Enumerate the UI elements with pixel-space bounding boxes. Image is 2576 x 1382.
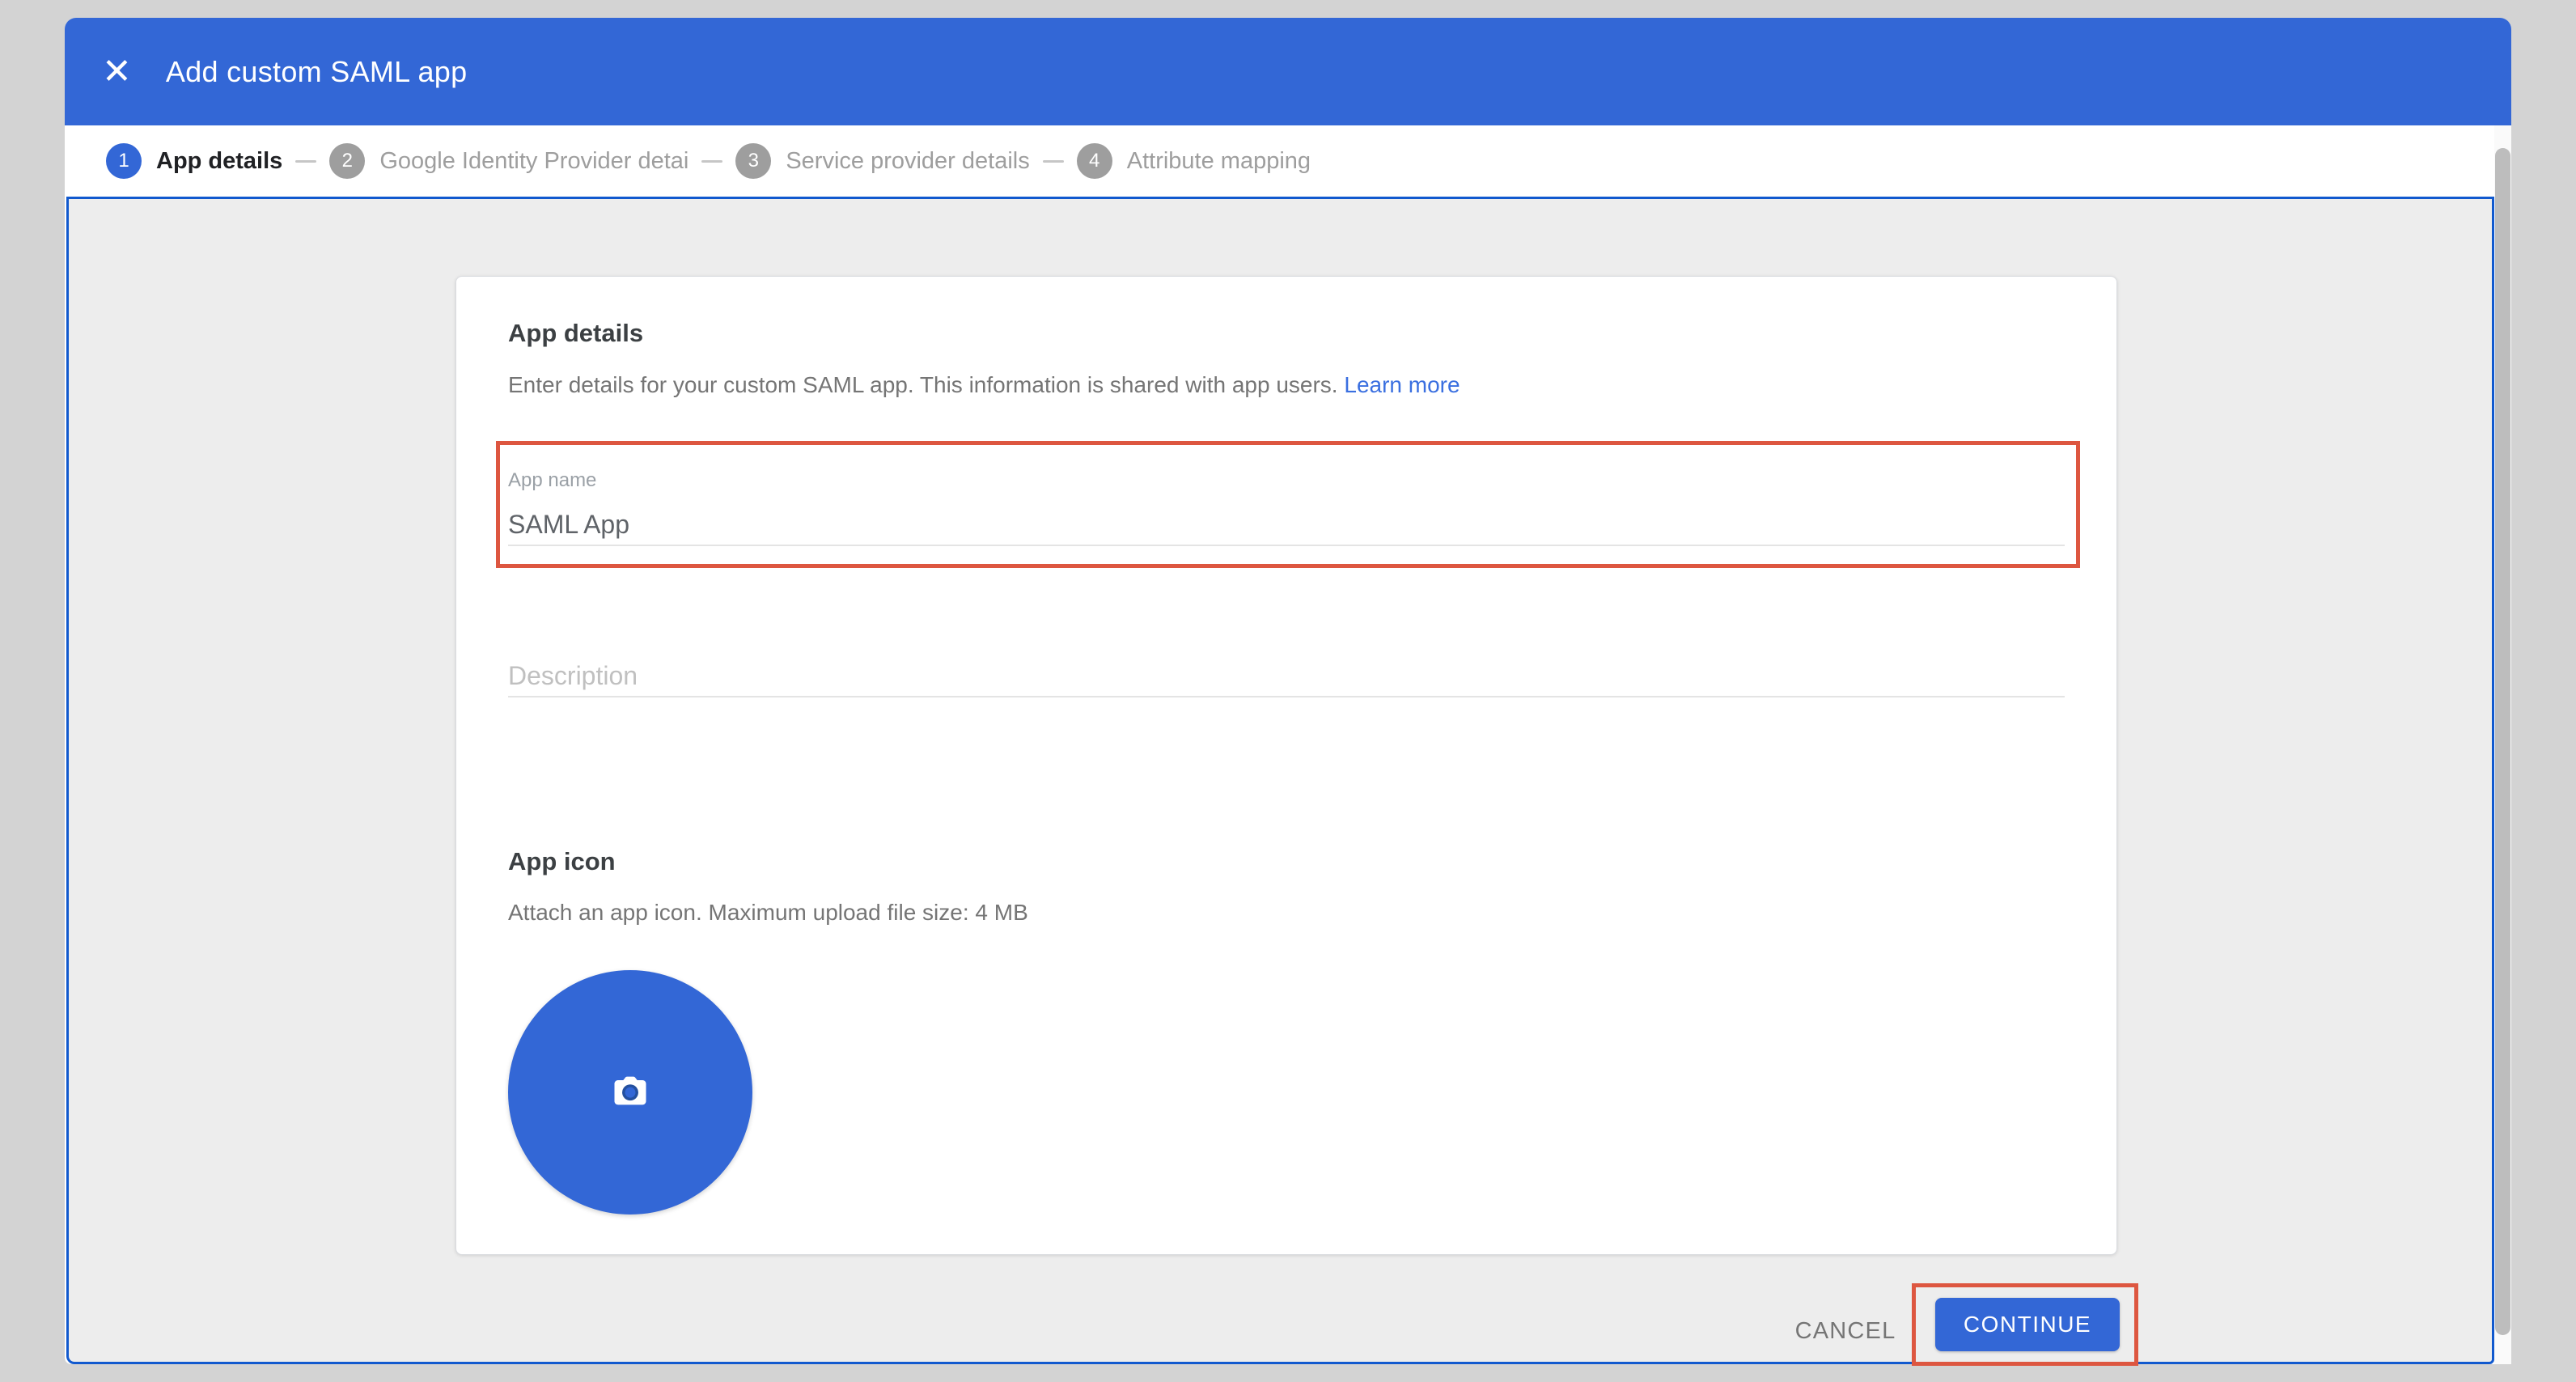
camera-icon (609, 1070, 651, 1116)
app-name-input[interactable] (508, 504, 2065, 546)
learn-more-link[interactable]: Learn more (1344, 372, 1460, 397)
add-custom-saml-app-dialog: ✕ Add custom SAML app 1 App details 2 Go… (65, 18, 2511, 1364)
card-intro-text: Enter details for your custom SAML app. … (508, 372, 1460, 398)
app-name-label: App name (508, 469, 596, 492)
app-icon-hint: Attach an app icon. Maximum upload file … (508, 900, 1028, 926)
step-number-badge: 1 (106, 143, 142, 179)
step-number-badge: 4 (1077, 143, 1112, 179)
description-input[interactable] (508, 655, 2065, 697)
dialog-title: Add custom SAML app (166, 55, 468, 89)
app-icon-title: App icon (508, 847, 616, 876)
intro-text: Enter details for your custom SAML app. … (508, 372, 1338, 397)
wizard-content-area: App details Enter details for your custo… (66, 197, 2494, 1364)
stepper-step-service-provider-details[interactable]: 3 Service provider details (735, 143, 1029, 179)
cancel-button[interactable]: CANCEL (1756, 1306, 1934, 1356)
step-separator (295, 160, 316, 163)
step-label: App details (156, 148, 282, 175)
scrollbar-thumb[interactable] (2495, 148, 2510, 1335)
vertical-scrollbar[interactable] (2494, 125, 2511, 1364)
wizard-stepper: 1 App details 2 Google Identity Provider… (65, 125, 2494, 197)
step-label: Service provider details (786, 148, 1029, 175)
step-number-badge: 2 (329, 143, 365, 179)
app-icon-upload-button[interactable] (508, 970, 752, 1215)
step-separator (1043, 160, 1064, 163)
continue-button[interactable]: CONTINUE (1935, 1298, 2120, 1351)
stepper-step-google-idp-details[interactable]: 2 Google Identity Provider details (329, 143, 688, 179)
step-separator (701, 160, 722, 163)
app-details-card: App details Enter details for your custo… (455, 276, 2117, 1255)
step-number-badge: 3 (735, 143, 771, 179)
step-label: Attribute mapping (1127, 148, 1311, 175)
close-icon[interactable]: ✕ (102, 54, 132, 90)
stepper-step-attribute-mapping[interactable]: 4 Attribute mapping (1077, 143, 1311, 179)
dialog-header: ✕ Add custom SAML app (65, 18, 2511, 125)
card-title: App details (508, 319, 643, 348)
stepper-step-app-details[interactable]: 1 App details (106, 143, 282, 179)
step-label: Google Identity Provider details (379, 148, 688, 175)
